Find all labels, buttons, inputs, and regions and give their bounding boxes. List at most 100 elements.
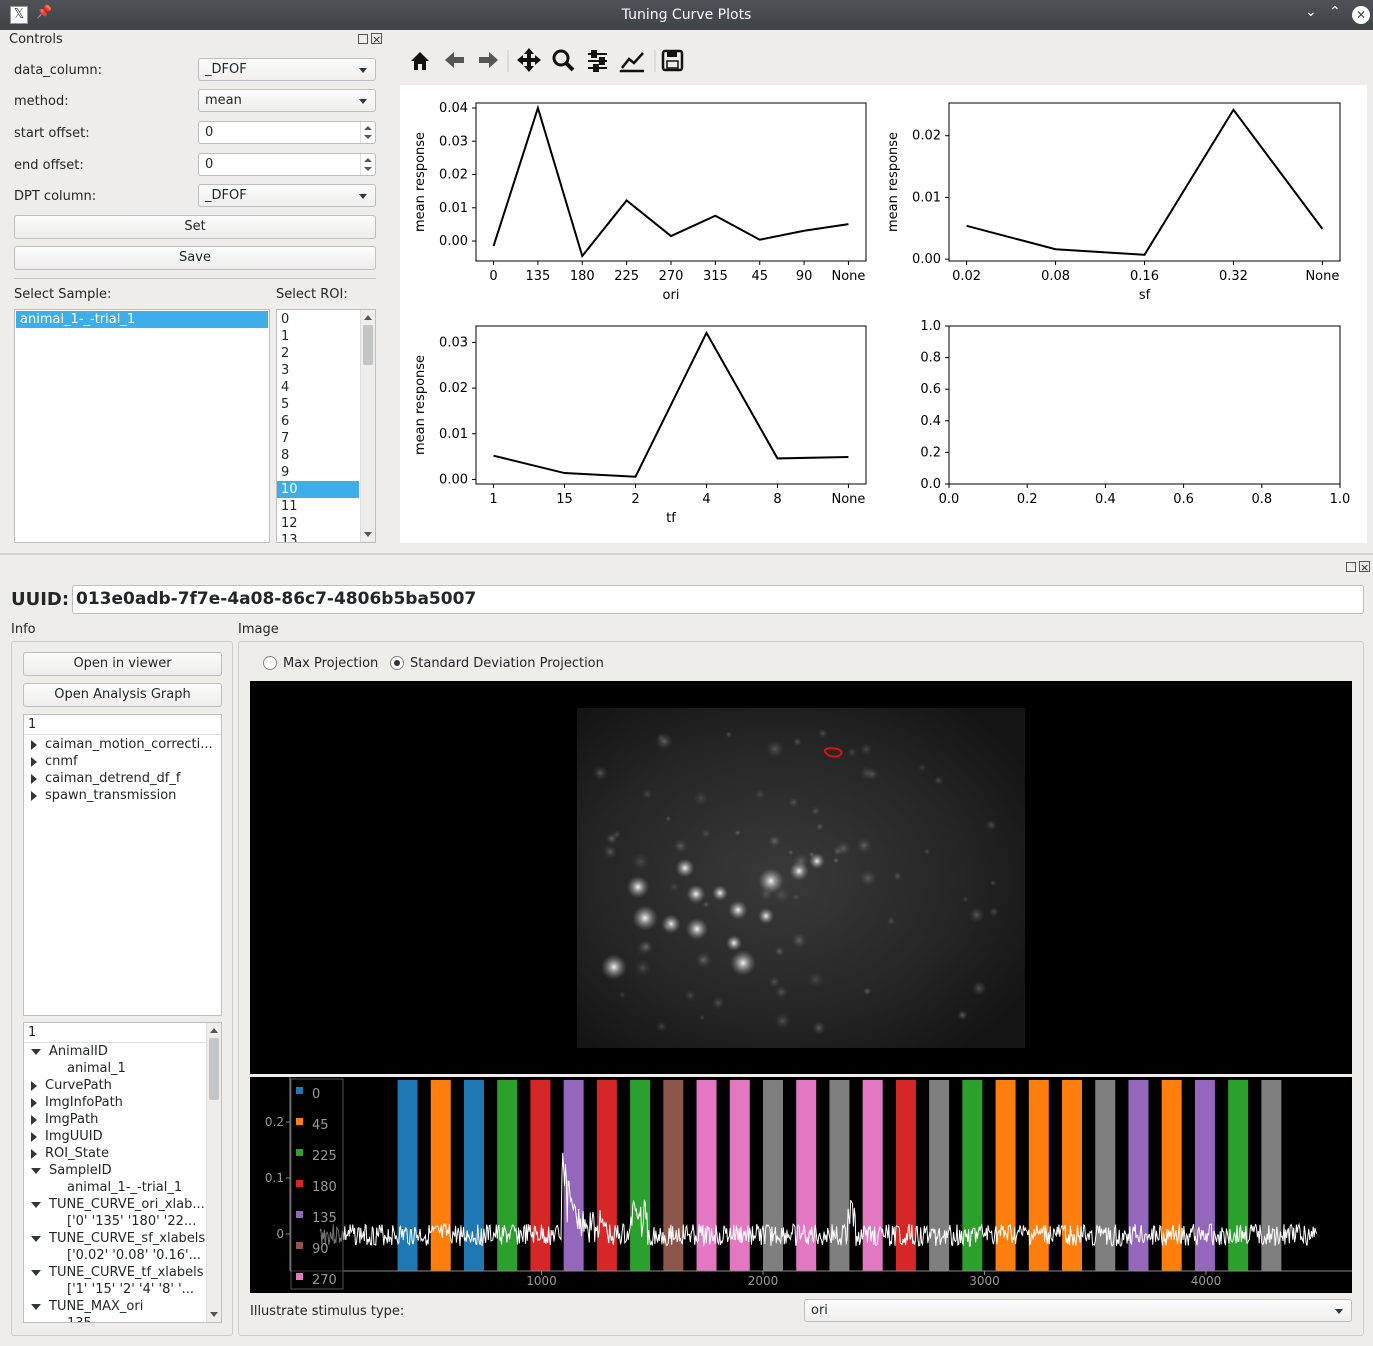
spin-down-icon[interactable] xyxy=(364,135,372,139)
collapse-arrow-icon[interactable] xyxy=(31,1303,41,1310)
close-icon[interactable]: ✕ xyxy=(1352,6,1370,24)
tree-key[interactable]: TUNE_CURVE_sf_xlabels xyxy=(24,1230,221,1247)
expand-arrow-icon[interactable] xyxy=(31,756,37,767)
collapse-arrow-icon[interactable] xyxy=(31,1269,41,1276)
tree-value[interactable]: ['0.02' '0.08' '0.16'... xyxy=(24,1247,221,1264)
roi-list-item[interactable]: 6 xyxy=(277,413,359,430)
expand-arrow-icon[interactable] xyxy=(31,1097,37,1108)
scroll-up-icon[interactable] xyxy=(210,1028,218,1033)
trace-plot[interactable]: 0.2 0.1 0 1000 2000 3000 4000 0 45 225 180 135 90 270 xyxy=(250,1077,1352,1293)
expand-arrow-icon[interactable] xyxy=(31,1080,37,1091)
std-projection-label[interactable]: Standard Deviation Projection xyxy=(410,656,604,671)
minimize-icon[interactable]: ⌄ xyxy=(1305,4,1317,20)
tree-header[interactable]: 1 xyxy=(24,1023,221,1043)
roi-list-item[interactable]: 4 xyxy=(277,379,359,396)
tree-key[interactable]: TUNE_MAX_ori xyxy=(24,1298,221,1315)
tree-item[interactable]: caiman_detrend_df_f xyxy=(24,770,221,787)
roi-list-item[interactable]: 7 xyxy=(277,430,359,447)
zoom-icon[interactable] xyxy=(552,49,575,72)
uuid-field[interactable]: 013e0adb-7f7e-4a08-86c7-4806b5ba5007 xyxy=(72,585,1364,614)
metadata-tree[interactable]: 1 AnimalID animal_1 CurvePath ImgInfoPath Im… xyxy=(23,1022,222,1323)
expand-arrow-icon[interactable] xyxy=(31,739,37,750)
scroll-thumb[interactable] xyxy=(363,325,373,365)
back-arrow-icon[interactable] xyxy=(445,52,464,68)
scroll-down-icon[interactable] xyxy=(210,1312,218,1317)
edit-axis-icon[interactable] xyxy=(619,52,644,73)
tree-key[interactable]: ImgUUID xyxy=(24,1128,221,1145)
set-button[interactable]: Set xyxy=(14,215,376,239)
analysis-tree[interactable]: 1 caiman_motion_correcti... cnmf caiman_de… xyxy=(23,714,222,1016)
save-figure-icon[interactable] xyxy=(661,49,684,72)
collapse-arrow-icon[interactable] xyxy=(31,1201,41,1208)
dock-float-icon[interactable] xyxy=(1346,562,1356,572)
roi-list-item[interactable]: 12 xyxy=(277,515,359,532)
tuning-curve-canvas[interactable]: 0 135 180 225 270 315 45 90 None 0.00 0.01 0.02 0.03… xyxy=(400,85,1367,543)
method-combo[interactable]: mean xyxy=(198,89,376,112)
roi-list-scrollbar[interactable] xyxy=(360,310,375,542)
start-offset-spinbox[interactable]: 0 xyxy=(198,121,376,144)
pan-icon[interactable] xyxy=(517,48,541,72)
image-view[interactable] xyxy=(250,681,1352,1074)
roi-list-item[interactable]: 5 xyxy=(277,396,359,413)
tree-item[interactable]: spawn_transmission xyxy=(24,787,221,804)
forward-arrow-icon[interactable] xyxy=(479,52,498,68)
maximize-icon[interactable]: ⌃ xyxy=(1329,4,1341,20)
tree-value[interactable]: animal_1 xyxy=(24,1060,221,1077)
roi-list-item[interactable]: 9 xyxy=(277,464,359,481)
roi-list-item[interactable]: 2 xyxy=(277,345,359,362)
spin-down-icon[interactable] xyxy=(364,167,372,171)
end-offset-spinbox[interactable]: 0 xyxy=(198,153,376,176)
collapse-arrow-icon[interactable] xyxy=(31,1167,41,1174)
save-button[interactable]: Save xyxy=(14,246,376,270)
data-column-combo[interactable]: _DFOF xyxy=(198,58,376,81)
tree-item[interactable]: caiman_motion_correcti... xyxy=(24,736,221,753)
dock-close-icon[interactable]: × xyxy=(371,33,382,45)
open-analysis-graph-button[interactable]: Open Analysis Graph xyxy=(23,683,222,707)
tree-key[interactable]: CurvePath xyxy=(24,1077,221,1094)
expand-arrow-icon[interactable] xyxy=(31,1131,37,1142)
dock-close-icon[interactable]: × xyxy=(1359,561,1370,573)
scroll-up-icon[interactable] xyxy=(364,315,372,320)
roi-list-item[interactable]: 11 xyxy=(277,498,359,515)
spin-up-icon[interactable] xyxy=(364,126,372,130)
scroll-down-icon[interactable] xyxy=(364,532,372,537)
subplots-config-icon[interactable] xyxy=(588,50,607,72)
tree-key[interactable]: AnimalID xyxy=(24,1043,221,1060)
roi-list-item[interactable]: 13 xyxy=(277,532,359,542)
roi-list-item[interactable]: 0 xyxy=(277,311,359,328)
expand-arrow-icon[interactable] xyxy=(31,773,37,784)
collapse-arrow-icon[interactable] xyxy=(31,1048,41,1055)
tree-value[interactable]: ['0' '135' '180' '22... xyxy=(24,1213,221,1230)
roi-list-item[interactable]: 3 xyxy=(277,362,359,379)
metadata-tree-scrollbar[interactable] xyxy=(206,1023,221,1322)
tree-key[interactable]: ROI_State xyxy=(24,1145,221,1162)
sample-list-item[interactable]: animal_1-_-trial_1 xyxy=(16,311,268,328)
tree-header[interactable]: 1 xyxy=(24,715,221,735)
expand-arrow-icon[interactable] xyxy=(31,1114,37,1125)
expand-arrow-icon[interactable] xyxy=(31,790,37,801)
tree-key[interactable]: TUNE_CURVE_tf_xlabels xyxy=(24,1264,221,1281)
roi-list-item[interactable]: 8 xyxy=(277,447,359,464)
dock-float-icon[interactable] xyxy=(358,34,368,44)
tree-key[interactable]: ImgPath xyxy=(24,1111,221,1128)
roi-list-item[interactable]: 10 xyxy=(277,481,359,498)
spin-up-icon[interactable] xyxy=(364,158,372,162)
tree-value[interactable]: animal_1-_-trial_1 xyxy=(24,1179,221,1196)
max-projection-radio[interactable] xyxy=(263,656,277,670)
collapse-arrow-icon[interactable] xyxy=(31,1235,41,1242)
tree-key[interactable]: ImgInfoPath xyxy=(24,1094,221,1111)
sample-list[interactable]: animal_1-_-trial_1 xyxy=(14,309,270,543)
home-icon[interactable] xyxy=(411,52,429,70)
dpt-column-combo[interactable]: _DFOF xyxy=(198,184,376,207)
tree-value[interactable]: ['1' '15' '2' '4' '8' '... xyxy=(24,1281,221,1298)
open-in-viewer-button[interactable]: Open in viewer xyxy=(23,652,222,676)
std-projection-radio[interactable] xyxy=(390,656,404,670)
roi-list[interactable]: 0 1 2 3 4 5 6 7 8 9 10 11 12 13 xyxy=(276,309,376,543)
tree-item[interactable]: cnmf xyxy=(24,753,221,770)
tree-key[interactable]: SampleID xyxy=(24,1162,221,1179)
expand-arrow-icon[interactable] xyxy=(31,1148,37,1159)
roi-list-item[interactable]: 1 xyxy=(277,328,359,345)
scroll-thumb[interactable] xyxy=(209,1038,219,1100)
illustrate-combo[interactable]: ori xyxy=(804,1299,1352,1322)
tree-value[interactable]: 135 xyxy=(24,1315,221,1322)
